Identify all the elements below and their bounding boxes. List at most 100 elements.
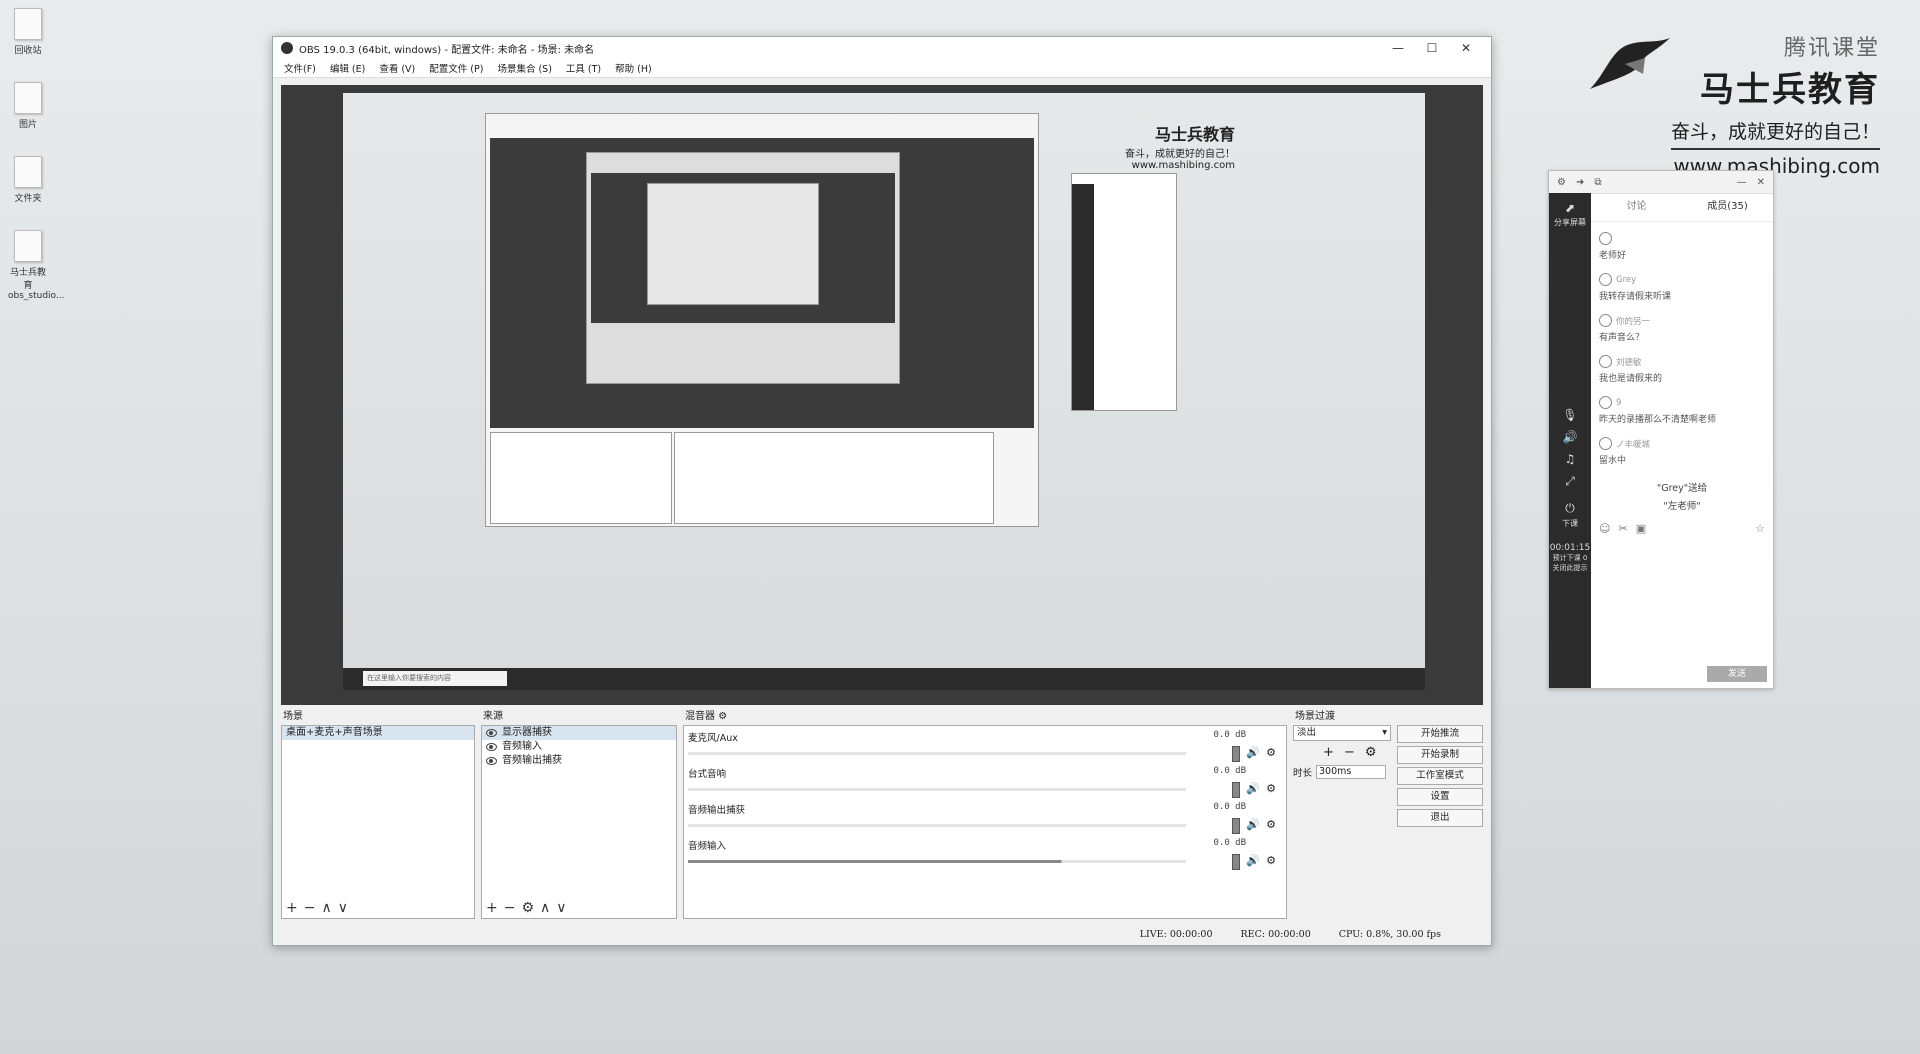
source-item-label: 音频输出捕获 [502, 755, 562, 766]
speaker-icon[interactable]: 🔊 [1246, 782, 1260, 798]
status-bar: LIVE: 00:00:00 REC: 00:00:00 CPU: 0.8%, … [273, 923, 1491, 945]
speaker-icon[interactable]: 🔊 [1246, 818, 1260, 834]
close-button[interactable]: ✕ [1449, 41, 1483, 55]
move-scene-up-button[interactable]: ∧ [321, 900, 331, 916]
send-button[interactable]: 发送 [1707, 666, 1767, 682]
preview-canvas[interactable]: 马士兵教育 奋斗，成就更好的自己！ www.mashibing.com 在这里输… [281, 85, 1483, 705]
volume-icon[interactable]: 🔊 [1549, 430, 1591, 444]
nested-desktop-capture: 马士兵教育 奋斗，成就更好的自己！ www.mashibing.com 在这里输… [343, 93, 1425, 690]
star-icon[interactable]: ☆ [1755, 522, 1765, 535]
visibility-eye-icon[interactable] [486, 743, 497, 751]
desktop-icon-label: 文件夹 [14, 194, 42, 204]
source-item[interactable]: 音频输出捕获 [482, 754, 676, 768]
remove-source-button[interactable]: − [504, 900, 516, 916]
menu-profile[interactable]: 配置文件 (P) [422, 61, 490, 75]
remove-transition-button[interactable]: − [1344, 745, 1355, 760]
add-scene-button[interactable]: + [286, 900, 298, 916]
visibility-eye-icon[interactable] [486, 757, 497, 765]
chat-text: 我转存请假来听课 [1599, 292, 1672, 302]
share-screen-icon[interactable]: ⬈ [1549, 201, 1591, 215]
class-timer: 00:01:15 [1549, 543, 1591, 553]
desktop-icon-folder[interactable]: 文件夹 [8, 156, 48, 204]
scissors-icon[interactable]: ✂ [1618, 522, 1627, 535]
mashibing-logo-icon [1590, 38, 1670, 89]
volume-fader[interactable] [1232, 818, 1241, 834]
volume-fader[interactable] [1232, 854, 1241, 870]
desktop-icon-pictures[interactable]: 图片 [8, 82, 48, 130]
window-icon[interactable]: ⧉ [1594, 177, 1601, 188]
nested-taskbar: 在这里输入你要搜索的内容 [343, 668, 1425, 690]
sources-dock: 来源 显示器捕获 音频输入 音频输出捕获 + − ⚙ ∧ ∨ [481, 709, 677, 919]
volume-fader[interactable] [1232, 782, 1241, 798]
move-scene-down-button[interactable]: ∨ [338, 900, 348, 916]
source-properties-button[interactable]: ⚙ [521, 900, 534, 916]
duration-input[interactable]: 300ms [1316, 765, 1387, 779]
nested-search-box: 在这里输入你要搜索的内容 [363, 671, 507, 686]
chat-message: ノ丰暖城 留水中 [1591, 435, 1773, 476]
music-icon[interactable]: ♫ [1549, 452, 1591, 466]
obs-titlebar[interactable]: OBS 19.0.3 (64bit, windows) - 配置文件: 未命名 … [273, 37, 1491, 59]
volume-meter [688, 860, 1186, 863]
remove-scene-button[interactable]: − [304, 900, 316, 916]
desktop-icon-recycle-bin[interactable]: 回收站 [8, 8, 48, 56]
gear-icon[interactable]: ⚙ [1266, 818, 1276, 834]
source-item[interactable]: 显示器捕获 [482, 726, 676, 740]
menu-file[interactable]: 文件(F) [277, 61, 323, 75]
volume-fader[interactable] [1232, 746, 1241, 762]
exit-button[interactable]: 退出 [1397, 809, 1483, 827]
move-source-up-button[interactable]: ∧ [540, 900, 550, 916]
minimize-button[interactable]: — [1381, 41, 1415, 55]
chat-message: 9 昨天的录播那么不清楚啊老师 [1591, 394, 1773, 435]
add-source-button[interactable]: + [486, 900, 498, 916]
scenes-title: 场景 [283, 711, 303, 722]
chat-username: 你的另一 [1616, 316, 1651, 327]
avatar-icon [1599, 232, 1612, 245]
mixer-channel-name: 音频输入 [688, 841, 727, 852]
transitions-title: 场景过渡 [1295, 711, 1335, 722]
maximize-button[interactable]: ☐ [1415, 41, 1449, 55]
tab-discuss[interactable]: 讨论 [1591, 193, 1682, 221]
expand-icon[interactable]: ⤢ [1549, 474, 1591, 489]
chat-message: 刘德敏 我也是请假来的 [1591, 353, 1773, 394]
end-class-icon[interactable]: ⏻ [1549, 501, 1591, 516]
add-transition-button[interactable]: + [1323, 745, 1334, 760]
share-icon[interactable]: ➜ [1576, 177, 1584, 188]
transition-select[interactable]: 淡出 ▾ [1293, 725, 1391, 741]
chat-text: 有声音么？ [1599, 333, 1645, 343]
gear-icon[interactable]: ⚙ [1266, 782, 1276, 798]
menu-view[interactable]: 查看 (V) [372, 61, 422, 75]
gear-icon[interactable]: ⚙ [1266, 854, 1276, 870]
settings-button[interactable]: 设置 [1397, 788, 1483, 806]
nested-watermark-brand: 马士兵教育 [1154, 125, 1235, 144]
chat-message: 老师好 [1591, 230, 1773, 271]
image-icon[interactable]: ▣ [1636, 522, 1646, 535]
menu-scene-collection[interactable]: 场景集合 (S) [490, 61, 558, 75]
speaker-icon[interactable]: 🔊 [1246, 854, 1260, 870]
source-item[interactable]: 音频输入 [482, 740, 676, 754]
gift-notice: "Grey"送给 "左老师" [1591, 480, 1773, 512]
menu-tools[interactable]: 工具 (T) [559, 61, 608, 75]
end-class-label[interactable]: 下课 [1549, 518, 1591, 529]
start-streaming-button[interactable]: 开始推流 [1397, 725, 1483, 743]
menu-help[interactable]: 帮助 (H) [608, 61, 659, 75]
settings-icon[interactable]: ⚙ [1557, 177, 1566, 188]
gear-icon[interactable]: ⚙ [718, 711, 727, 722]
file-icon [14, 156, 42, 188]
scene-item[interactable]: 桌面+麦克+声音场景 [282, 726, 474, 740]
transition-properties-button[interactable]: ⚙ [1365, 745, 1377, 760]
status-rec: REC: 00:00:00 [1240, 928, 1311, 940]
gear-icon[interactable]: ⚙ [1266, 746, 1276, 762]
microphone-icon[interactable]: 🎙 [1549, 408, 1591, 422]
menu-edit[interactable]: 编辑 (E) [323, 61, 372, 75]
close-icon[interactable]: ✕ [1757, 177, 1765, 188]
minimize-icon[interactable]: — [1737, 177, 1747, 188]
desktop-icon-obs[interactable]: 马士兵教育 obs_studio... [8, 230, 64, 301]
speaker-icon[interactable]: 🔊 [1246, 746, 1260, 762]
tab-members[interactable]: 成员(35) [1682, 193, 1773, 221]
move-source-down-button[interactable]: ∨ [556, 900, 566, 916]
emoji-icon[interactable]: ☺ [1599, 522, 1610, 535]
studio-mode-button[interactable]: 工作室模式 [1397, 767, 1483, 785]
start-recording-button[interactable]: 开始录制 [1397, 746, 1483, 764]
sources-list: 显示器捕获 音频输入 音频输出捕获 + − ⚙ ∧ ∨ [481, 725, 677, 919]
visibility-eye-icon[interactable] [486, 729, 497, 737]
